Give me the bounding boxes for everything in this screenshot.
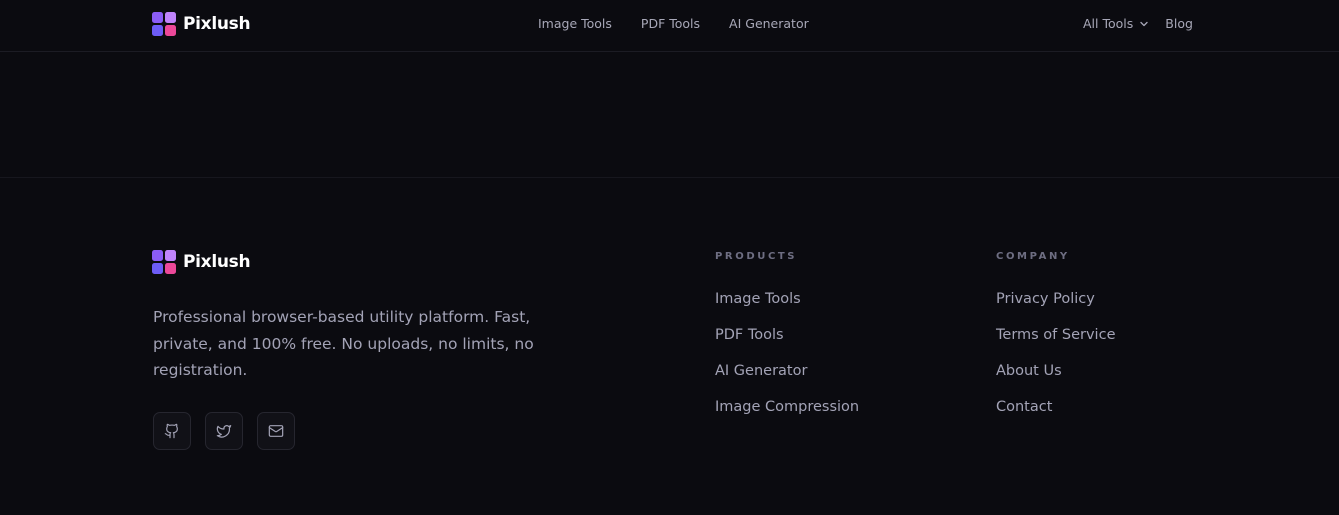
footer-description: Professional browser-based utility platf… xyxy=(153,308,534,379)
footer-logo-link[interactable]: Pixlush xyxy=(152,250,251,274)
footer-link-image-tools[interactable]: Image Tools xyxy=(715,291,801,307)
nav-pdf-tools[interactable]: PDF Tools xyxy=(641,16,700,31)
top-navbar: Pixlush Image Tools PDF Tools AI Generat… xyxy=(0,0,1339,52)
chevron-down-icon xyxy=(1140,21,1148,26)
company-column: COMPANY Privacy Policy Terms of Service … xyxy=(996,251,1115,432)
nav-blog[interactable]: Blog xyxy=(1165,16,1193,31)
products-heading: PRODUCTS xyxy=(715,251,798,262)
footer-brand-name: Pixlush xyxy=(183,252,251,272)
pixlush-logo-icon xyxy=(152,12,176,36)
nav-image-tools[interactable]: Image Tools xyxy=(538,16,612,31)
mail-icon xyxy=(268,425,284,437)
nav-right: All Tools Blog xyxy=(1083,16,1193,31)
all-tools-dropdown[interactable]: All Tools xyxy=(1083,16,1149,31)
header-logo-link[interactable]: Pixlush xyxy=(152,12,251,36)
github-icon xyxy=(164,423,178,439)
twitter-icon xyxy=(216,425,232,438)
footer-link-terms-of-service[interactable]: Terms of Service xyxy=(996,327,1115,343)
footer-link-privacy-policy[interactable]: Privacy Policy xyxy=(996,291,1095,307)
main-nav: Image Tools PDF Tools AI Generator xyxy=(538,16,809,31)
pixlush-logo-icon xyxy=(152,250,176,274)
footer-link-contact[interactable]: Contact xyxy=(996,399,1052,415)
email-button[interactable] xyxy=(257,412,295,450)
page: Pixlush Image Tools PDF Tools AI Generat… xyxy=(0,0,1339,515)
twitter-button[interactable] xyxy=(205,412,243,450)
company-heading: COMPANY xyxy=(996,251,1070,262)
section-divider xyxy=(0,177,1339,178)
footer-link-ai-generator[interactable]: AI Generator xyxy=(715,363,807,379)
footer-link-image-compression[interactable]: Image Compression xyxy=(715,399,859,415)
footer-link-pdf-tools[interactable]: PDF Tools xyxy=(715,327,784,343)
github-button[interactable] xyxy=(153,412,191,450)
social-links xyxy=(153,412,295,450)
nav-ai-generator[interactable]: AI Generator xyxy=(729,16,809,31)
footer-link-about-us[interactable]: About Us xyxy=(996,363,1062,379)
brand-name: Pixlush xyxy=(183,14,251,34)
all-tools-label: All Tools xyxy=(1083,16,1134,31)
products-column: PRODUCTS Image Tools PDF Tools AI Genera… xyxy=(715,251,859,432)
